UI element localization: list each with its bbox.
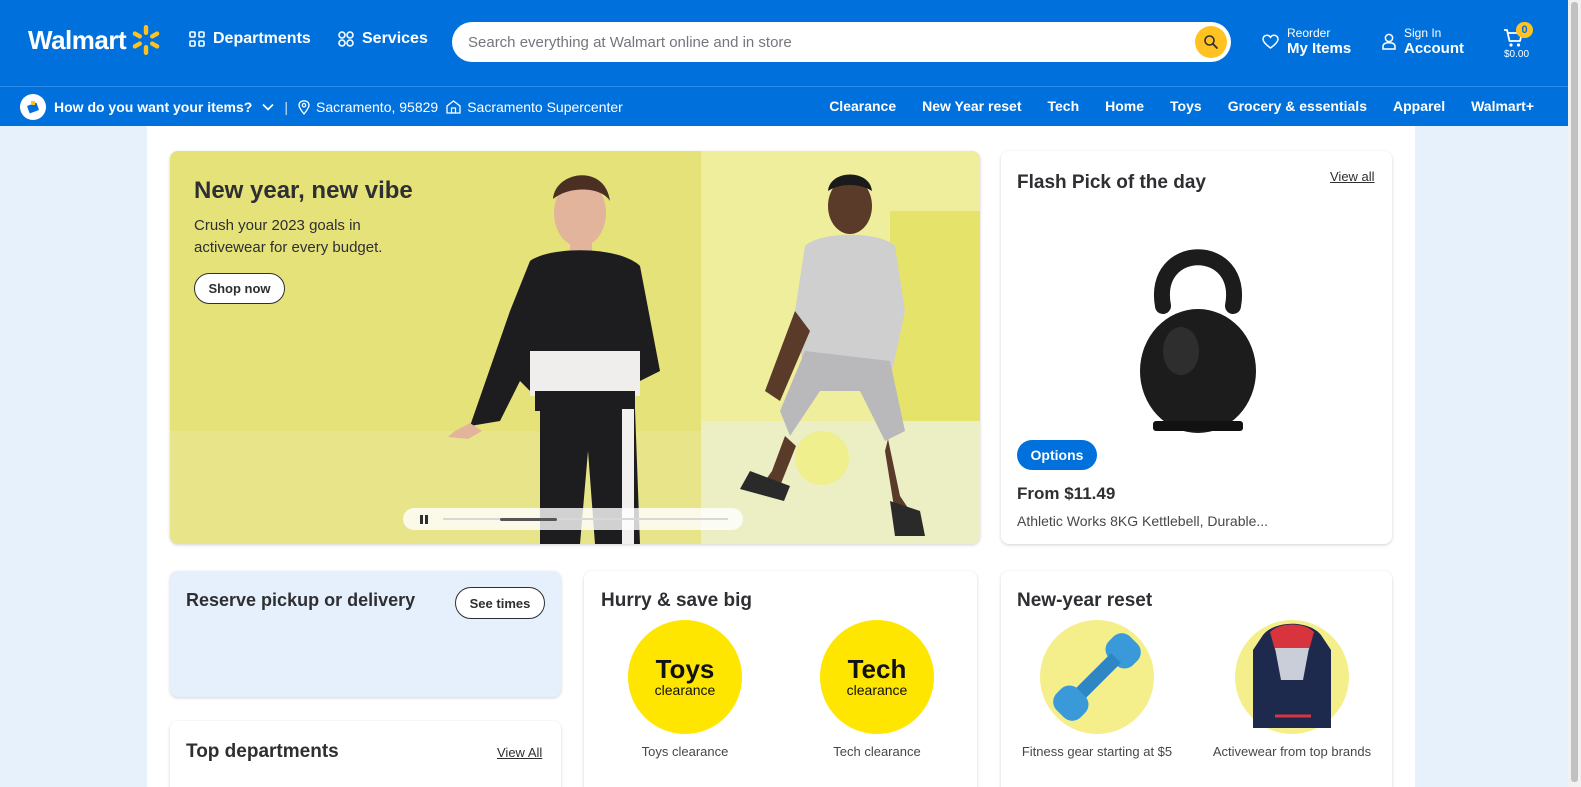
reorder-label: Reorder [1287, 26, 1331, 40]
services-button[interactable]: Services [338, 30, 428, 48]
top-departments-view-all-link[interactable]: View All [497, 745, 542, 760]
departments-label: Departments [213, 30, 311, 47]
main-content: New year, new vibe Crush your 2023 goals… [147, 126, 1415, 787]
location-text: Sacramento, 95829 [316, 99, 439, 115]
top-header: Walmart Departments Services Search ever… [0, 0, 1568, 86]
kettlebell-image[interactable] [1123, 221, 1273, 436]
sign-in-label: Sign In [1404, 26, 1442, 40]
page-scrollbar[interactable] [1568, 0, 1581, 787]
delivery-method-icon [20, 94, 46, 120]
hurry-title: Hurry & save big [601, 590, 752, 611]
store-text: Sacramento Supercenter [467, 99, 623, 115]
departments-button[interactable]: Departments [189, 30, 311, 48]
hero-subtitle: Crush your 2023 goals in activewear for … [194, 217, 383, 256]
flash-pick-title: Flash Pick of the day [1017, 172, 1206, 193]
location-selector[interactable]: Sacramento, 95829 [298, 99, 438, 115]
location-pin-icon [298, 99, 310, 115]
tech-clearance-circle: Tech clearance [820, 620, 934, 734]
link-new-year-reset[interactable]: New Year reset [922, 98, 1021, 114]
hero-banner[interactable]: New year, new vibe Crush your 2023 goals… [170, 151, 980, 544]
my-items-label: My Items [1287, 40, 1352, 57]
search-icon [1204, 35, 1218, 49]
services-label: Services [362, 30, 428, 47]
carousel-track[interactable] [443, 517, 728, 521]
link-clearance[interactable]: Clearance [829, 98, 896, 114]
reserve-pickup-card: Reserve pickup or delivery See times [170, 571, 561, 697]
link-home[interactable]: Home [1105, 98, 1144, 114]
heart-icon [1262, 33, 1279, 49]
toys-circle-title: Toys [655, 654, 715, 684]
model-man-image [740, 174, 925, 536]
divider: | [284, 99, 288, 115]
search-button[interactable] [1195, 26, 1227, 58]
link-tech[interactable]: Tech [1048, 98, 1080, 114]
account-label: Account [1404, 40, 1464, 57]
toys-clearance-circle: Toys clearance [628, 620, 742, 734]
dumbbell-image [1053, 633, 1141, 721]
spark-icon [132, 25, 160, 55]
options-button[interactable]: Options [1017, 440, 1097, 470]
pause-icon[interactable] [420, 515, 428, 524]
reorder-my-items[interactable]: Reorder My Items [1262, 26, 1351, 57]
link-walmart-plus[interactable]: Walmart+ [1471, 98, 1534, 114]
tech-clearance-label: Tech clearance [833, 744, 921, 759]
tech-circle-subtitle: clearance [846, 682, 908, 698]
shop-now-button[interactable]: Shop now [194, 273, 285, 304]
product-price: From $11.49 [1017, 484, 1116, 503]
link-grocery[interactable]: Grocery & essentials [1228, 98, 1367, 114]
carousel-controls [403, 508, 743, 530]
scrollbar-thumb[interactable] [1571, 2, 1578, 782]
services-icon [338, 31, 354, 47]
activewear-tile[interactable]: Activewear from top brands [1202, 620, 1382, 759]
chevron-down-icon[interactable] [262, 103, 274, 111]
tech-clearance-tile[interactable]: Tech clearance Tech clearance [787, 620, 967, 759]
reset-title: New-year reset [1017, 590, 1153, 611]
flash-view-all-link[interactable]: View all [1330, 169, 1375, 184]
hurry-save-card: Hurry & save big Toys clearance Toys cle… [584, 571, 977, 787]
tech-circle-title: Tech [847, 654, 907, 684]
toys-circle-subtitle: clearance [654, 682, 716, 698]
fitness-gear-circle [1040, 620, 1154, 734]
logo-text: Walmart [28, 24, 127, 55]
toys-clearance-tile[interactable]: Toys clearance Toys clearance [595, 620, 775, 759]
toys-clearance-label: Toys clearance [641, 744, 729, 759]
hoodie-image [1253, 623, 1331, 728]
delivery-prompt[interactable]: How do you want your items? [54, 99, 252, 115]
search-bar [452, 22, 1231, 62]
cart-button[interactable]: 0 $0.00 [1502, 22, 1542, 66]
new-year-reset-card: New-year reset Fitness gear starting at … [1001, 571, 1392, 787]
see-times-button[interactable]: See times [455, 587, 545, 619]
link-apparel[interactable]: Apparel [1393, 98, 1445, 114]
fitness-gear-label: Fitness gear starting at $5 [1021, 744, 1173, 759]
link-toys[interactable]: Toys [1170, 98, 1202, 114]
top-departments-card: Top departments View All [170, 721, 561, 787]
cart-count-badge: 0 [1516, 22, 1533, 38]
sub-navigation-bar: How do you want your items? | Sacramento… [0, 86, 1568, 126]
cart-total: $0.00 [1504, 49, 1530, 60]
carousel-progress-indicator [500, 517, 557, 521]
activewear-label: Activewear from top brands [1212, 744, 1372, 759]
store-selector[interactable]: Sacramento Supercenter [446, 99, 623, 115]
hero-title: New year, new vibe [194, 177, 413, 204]
product-name-link[interactable]: Athletic Works 8KG Kettlebell, Durable..… [1017, 513, 1268, 529]
fitness-gear-tile[interactable]: Fitness gear starting at $5 [1007, 620, 1187, 759]
walmart-logo[interactable]: Walmart [28, 24, 162, 56]
activewear-circle [1235, 620, 1349, 734]
grid-icon [189, 31, 205, 47]
reserve-title: Reserve pickup or delivery [186, 590, 416, 610]
sign-in-account[interactable]: Sign In Account [1382, 26, 1464, 57]
top-departments-title: Top departments [186, 741, 339, 762]
search-input[interactable] [468, 33, 1195, 51]
user-icon [1382, 33, 1396, 50]
model-woman-image [448, 175, 660, 544]
flash-pick-card: Flash Pick of the day View all Options F… [1001, 151, 1392, 544]
store-icon [446, 100, 461, 114]
category-links: Clearance New Year reset Tech Home Toys … [803, 98, 1534, 114]
